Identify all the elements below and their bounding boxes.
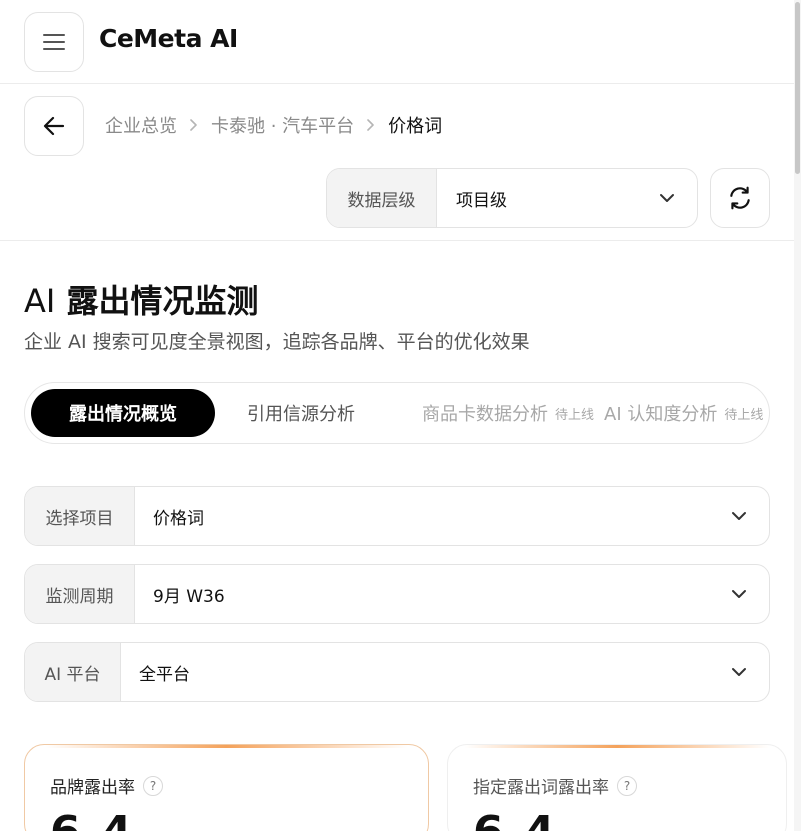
chevron-down-icon[interactable] — [709, 565, 769, 623]
project-select-value[interactable]: 价格词 — [135, 487, 709, 545]
tab-exposure-overview[interactable]: 露出情况概览 — [31, 389, 215, 437]
data-level-value[interactable]: 项目级 — [437, 169, 637, 227]
tab-citation-source[interactable]: 引用信源分析 — [247, 389, 355, 437]
breadcrumb-item-platform[interactable]: 卡泰驰 · 汽车平台 — [211, 112, 354, 138]
chevron-down-icon[interactable] — [709, 487, 769, 545]
platform-select-label: AI 平台 — [25, 643, 121, 701]
page-title: AI 露出情况监测 — [24, 276, 258, 322]
period-select-label: 监测周期 — [25, 565, 135, 623]
arrow-left-icon — [43, 116, 65, 136]
period-select-value[interactable]: 9月 W36 — [135, 565, 709, 623]
breadcrumb-item-enterprise[interactable]: 企业总览 — [105, 112, 177, 138]
help-icon[interactable]: ? — [617, 775, 637, 796]
card-accent-line — [25, 745, 428, 748]
page-scrollbar[interactable] — [794, 0, 801, 831]
tab-product-card[interactable]: 商品卡数据分析 待上线 — [422, 389, 594, 437]
data-level-label: 数据层级 — [327, 169, 437, 227]
page-title-main: 露出情况监测 — [66, 282, 259, 320]
coming-soon-badge: 待上线 — [555, 407, 595, 423]
tab-bar: 露出情况概览 引用信源分析 商品卡数据分析 待上线 AI 认知度分析 待上线 — [24, 382, 770, 444]
coming-soon-badge: 待上线 — [724, 407, 764, 423]
project-select-label: 选择项目 — [25, 487, 135, 545]
card-accent-line — [448, 745, 786, 748]
help-icon[interactable]: ? — [143, 775, 163, 796]
chevron-down-icon[interactable] — [709, 643, 769, 701]
menu-button[interactable] — [24, 12, 84, 72]
card-title: 品牌露出率 ? — [50, 773, 163, 798]
back-button[interactable] — [24, 96, 84, 156]
chevron-down-icon[interactable] — [637, 169, 697, 227]
platform-select[interactable]: AI 平台 全平台 — [24, 642, 770, 702]
tab-ai-cognition-label: AI 认知度分析 — [604, 404, 718, 425]
card-title-text: 指定露出词露出率 — [473, 778, 609, 798]
card-title: 指定露出词露出率 ? — [473, 773, 637, 798]
card-title-text: 品牌露出率 — [50, 778, 135, 798]
tab-product-card-label: 商品卡数据分析 — [422, 404, 548, 425]
brand-logo[interactable]: CeMeta AI — [99, 24, 238, 53]
chevron-right-icon — [189, 118, 199, 132]
chevron-right-icon — [366, 118, 376, 132]
refresh-button[interactable] — [710, 168, 770, 228]
keyword-exposure-card: 指定露出词露出率 ? 6.4 — [447, 744, 787, 831]
card-value: 6.4 — [473, 807, 557, 831]
breadcrumb-item-current: 价格词 — [388, 116, 443, 137]
breadcrumb: 企业总览 卡泰驰 · 汽车平台 价格词 — [105, 112, 442, 138]
project-select[interactable]: 选择项目 价格词 — [24, 486, 770, 546]
data-level-select[interactable]: 数据层级 项目级 — [326, 168, 698, 228]
hamburger-menu-icon — [43, 34, 65, 50]
page-subtitle: 企业 AI 搜索可见度全景视图，追踪各品牌、平台的优化效果 — [24, 331, 530, 353]
card-value: 6.4 — [50, 807, 134, 831]
platform-select-value[interactable]: 全平台 — [121, 643, 709, 701]
sub-header: 企业总览 卡泰驰 · 汽车平台 价格词 数据层级 项目级 — [0, 84, 794, 241]
brand-exposure-card: 品牌露出率 ? 6.4 — [24, 744, 429, 831]
top-bar: CeMeta AI — [0, 0, 794, 84]
tab-ai-cognition[interactable]: AI 认知度分析 待上线 — [604, 389, 763, 437]
refresh-icon — [730, 186, 750, 210]
scrollbar-thumb[interactable] — [795, 2, 800, 174]
period-select[interactable]: 监测周期 9月 W36 — [24, 564, 770, 624]
page-title-prefix: AI — [24, 282, 56, 320]
